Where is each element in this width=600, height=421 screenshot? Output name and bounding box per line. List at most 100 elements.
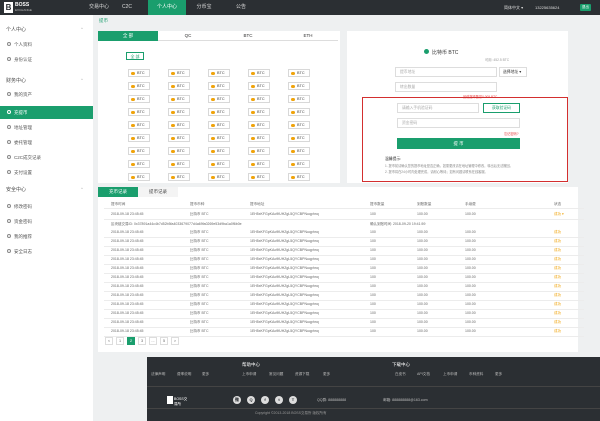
sidebar-item-verify[interactable]: 身份认证 — [0, 53, 93, 66]
tab-withdraw-records[interactable]: 提币记录 — [138, 187, 178, 197]
sidebar-group-personal[interactable]: 个人中心 — [6, 26, 83, 33]
footer-link[interactable]: 法律声明 — [151, 372, 165, 377]
logout-button[interactable]: 退出 — [580, 4, 591, 11]
status-link[interactable]: 成功 — [554, 320, 561, 325]
logo[interactable]: B BOSS EXCHANGE — [4, 2, 44, 13]
nav-c2c[interactable]: C2C — [117, 0, 137, 15]
footer-link[interactable]: 资源下载 — [295, 372, 309, 377]
tab-btc[interactable]: BTC — [218, 31, 278, 41]
page-button[interactable]: 2 — [127, 337, 135, 345]
filter-all-button[interactable]: 全 部 — [126, 52, 144, 60]
footer-link[interactable]: 更多 — [323, 372, 330, 377]
sidebar-item-referral[interactable]: 我的推荐 — [0, 230, 93, 243]
language-select[interactable]: 简体中文 ▾ — [504, 0, 523, 15]
footer-link[interactable]: 上币申请 — [443, 372, 457, 377]
coin-button[interactable]: BTC — [208, 69, 230, 77]
coin-button[interactable]: BTC — [128, 121, 150, 129]
coin-button[interactable]: BTC — [208, 95, 230, 103]
sidebar-item-address[interactable]: 地址管理 — [0, 121, 93, 134]
coin-button[interactable]: BTC — [128, 134, 150, 142]
coin-button[interactable]: BTC — [128, 95, 150, 103]
user-phone[interactable]: 13225635624 — [535, 0, 559, 15]
footer-link[interactable]: 常见问题 — [269, 372, 283, 377]
footer-link[interactable]: 上币申请 — [242, 372, 256, 377]
sidebar-item-c2c-records[interactable]: C2C成交记录 — [0, 151, 93, 164]
status-link[interactable]: 成功 — [554, 239, 561, 244]
next-page-button[interactable]: > — [171, 337, 179, 345]
coin-button[interactable]: BTC — [288, 82, 310, 90]
coin-button[interactable]: BTC — [168, 147, 190, 155]
qq-icon[interactable]: Q — [247, 396, 255, 404]
sidebar-group-security[interactable]: 安全中心 — [6, 186, 83, 193]
coin-button[interactable]: BTC — [168, 121, 190, 129]
coin-button[interactable]: BTC — [128, 82, 150, 90]
coin-button[interactable]: BTC — [168, 134, 190, 142]
coin-button[interactable]: BTC — [248, 95, 270, 103]
footer-link[interactable]: API文档 — [417, 372, 430, 377]
coin-button[interactable]: BTC — [288, 95, 310, 103]
sidebar-item-orders[interactable]: 委托管理 — [0, 136, 93, 149]
footer-link[interactable]: 更多 — [495, 372, 502, 377]
sidebar-item-payment[interactable]: 支付设置 — [0, 166, 93, 179]
coin-button[interactable]: BTC — [128, 69, 150, 77]
coin-button[interactable]: BTC — [128, 173, 150, 181]
status-link[interactable]: 成功 — [554, 329, 561, 334]
coin-button[interactable]: BTC — [248, 69, 270, 77]
coin-button[interactable]: BTC — [168, 69, 190, 77]
footer-link[interactable]: 更多 — [202, 372, 209, 377]
status-link[interactable]: 成功 — [554, 257, 561, 262]
coin-button[interactable]: BTC — [248, 160, 270, 168]
tab-deposit-records[interactable]: 充币记录 — [98, 187, 138, 197]
coin-button[interactable]: BTC — [208, 108, 230, 116]
coin-button[interactable]: BTC — [288, 69, 310, 77]
wechat-icon[interactable]: 微 — [233, 396, 241, 404]
status-link[interactable]: 成功 — [554, 284, 561, 289]
coin-button[interactable]: BTC — [168, 82, 190, 90]
coin-button[interactable]: BTC — [128, 160, 150, 168]
page-button[interactable]: 3 — [138, 337, 146, 345]
coin-button[interactable]: BTC — [168, 160, 190, 168]
prev-page-button[interactable]: < — [105, 337, 113, 345]
sidebar-item-profile[interactable]: 个人资料 — [0, 38, 93, 51]
coin-button[interactable]: BTC — [168, 173, 190, 181]
sidebar-item-deposit-withdraw[interactable]: 充提币 — [0, 106, 93, 119]
sidebar-item-assets[interactable]: 我的资产 — [0, 88, 93, 101]
coin-button[interactable]: BTC — [168, 108, 190, 116]
status-link[interactable]: 成功 — [554, 311, 561, 316]
nav-notice[interactable]: 公告 — [227, 0, 255, 15]
coin-button[interactable]: BTC — [248, 134, 270, 142]
coin-button[interactable]: BTC — [248, 173, 270, 181]
telegram-icon[interactable]: T — [289, 396, 297, 404]
status-link[interactable]: 成功 ▾ — [554, 212, 564, 217]
sidebar-item-security-log[interactable]: 安全日志 — [0, 245, 93, 258]
coin-button[interactable]: BTC — [288, 160, 310, 168]
status-link[interactable]: 成功 — [554, 248, 561, 253]
address-input[interactable]: 提币地址 — [395, 67, 497, 77]
coin-button[interactable]: BTC — [288, 108, 310, 116]
coin-button[interactable]: BTC — [168, 95, 190, 103]
coin-button[interactable]: BTC — [288, 173, 310, 181]
coin-button[interactable]: BTC — [128, 108, 150, 116]
coin-button[interactable]: BTC — [208, 134, 230, 142]
coin-button[interactable]: BTC — [208, 82, 230, 90]
page-button[interactable]: ... — [149, 337, 157, 345]
status-link[interactable]: 成功 — [554, 230, 561, 235]
footer-link[interactable]: 白皮书 — [395, 372, 406, 377]
coin-button[interactable]: BTC — [128, 147, 150, 155]
footer-link[interactable]: 费率说明 — [177, 372, 191, 377]
status-link[interactable]: 成功 — [554, 293, 561, 298]
page-button[interactable]: 5 — [160, 337, 168, 345]
nav-trade[interactable]: 交易中心 — [86, 0, 112, 15]
amount-input[interactable]: 转出数量 — [395, 82, 497, 92]
coin-button[interactable]: BTC — [208, 121, 230, 129]
coin-button[interactable]: BTC — [248, 121, 270, 129]
status-link[interactable]: 成功 — [554, 266, 561, 271]
tab-eth[interactable]: ETH — [278, 31, 338, 41]
coin-button[interactable]: BTC — [208, 147, 230, 155]
twitter-icon[interactable]: t — [275, 396, 283, 404]
status-link[interactable]: 成功 — [554, 302, 561, 307]
coin-button[interactable]: BTC — [288, 134, 310, 142]
sidebar-item-fund-password[interactable]: 资金密码 — [0, 215, 93, 228]
footer-link[interactable]: 币种资料 — [469, 372, 483, 377]
nav-personal[interactable]: 个人中心 — [148, 0, 186, 15]
